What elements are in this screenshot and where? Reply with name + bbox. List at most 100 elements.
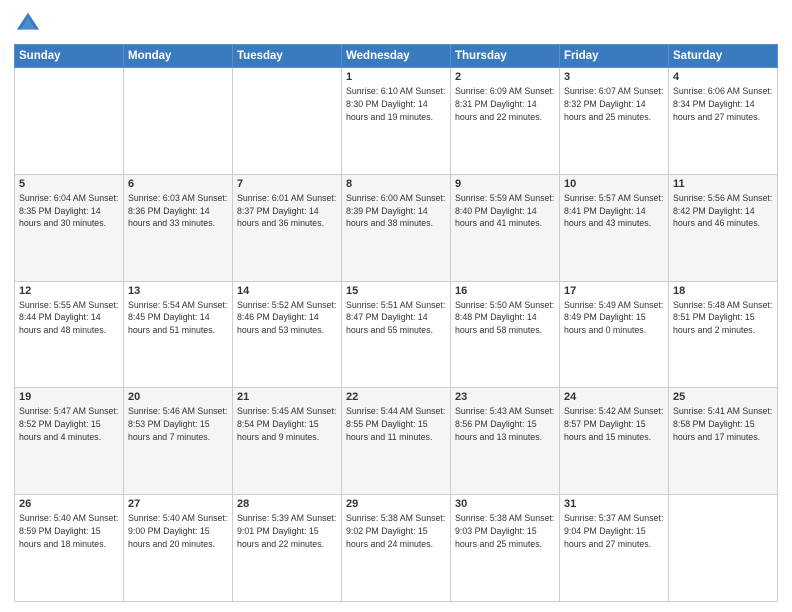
calendar-cell: 3 Sunrise: 6:07 AM Sunset: 8:32 PM Daylig… — [560, 68, 669, 175]
calendar-cell: 13 Sunrise: 5:54 AM Sunset: 8:45 PM Dayli… — [124, 281, 233, 388]
day-number: 2 — [455, 71, 555, 83]
day-info: Sunrise: 5:40 AM Sunset: 8:59 PM Dayligh… — [19, 512, 119, 550]
day-info: Sunrise: 5:38 AM Sunset: 9:02 PM Dayligh… — [346, 512, 446, 550]
calendar-header-tuesday: Tuesday — [233, 45, 342, 68]
calendar-cell: 30 Sunrise: 5:38 AM Sunset: 9:03 PM Dayli… — [451, 495, 560, 602]
day-info: Sunrise: 6:01 AM Sunset: 8:37 PM Dayligh… — [237, 192, 337, 230]
calendar-cell: 9 Sunrise: 5:59 AM Sunset: 8:40 PM Daylig… — [451, 174, 560, 281]
day-info: Sunrise: 6:10 AM Sunset: 8:30 PM Dayligh… — [346, 85, 446, 123]
calendar-cell: 26Sunrise: 5:40 AM Sunset: 8:59 PM Dayli… — [15, 495, 124, 602]
day-info: Sunrise: 5:44 AM Sunset: 8:55 PM Dayligh… — [346, 405, 446, 443]
calendar-cell: 19 Sunrise: 5:47 AM Sunset: 8:52 PM Dayli… — [15, 388, 124, 495]
day-info: Sunrise: 6:07 AM Sunset: 8:32 PM Dayligh… — [564, 85, 664, 123]
day-info: Sunrise: 6:00 AM Sunset: 8:39 PM Dayligh… — [346, 192, 446, 230]
day-info: Sunrise: 5:50 AM Sunset: 8:48 PM Dayligh… — [455, 299, 555, 337]
day-number: 6 — [128, 178, 228, 190]
calendar-cell: 17 Sunrise: 5:49 AM Sunset: 8:49 PM Dayli… — [560, 281, 669, 388]
day-info: Sunrise: 5:40 AM Sunset: 9:00 PM Dayligh… — [128, 512, 228, 550]
calendar-cell: 10 Sunrise: 5:57 AM Sunset: 8:41 PM Dayli… — [560, 174, 669, 281]
calendar-header-row: SundayMondayTuesdayWednesdayThursdayFrid… — [15, 45, 778, 68]
day-info: Sunrise: 6:06 AM Sunset: 8:34 PM Dayligh… — [673, 85, 773, 123]
day-number: 1 — [346, 71, 446, 83]
day-number: 14 — [237, 285, 337, 297]
calendar-cell: 29 Sunrise: 5:38 AM Sunset: 9:02 PM Dayli… — [342, 495, 451, 602]
day-number: 25 — [673, 391, 773, 403]
day-info: Sunrise: 5:46 AM Sunset: 8:53 PM Dayligh… — [128, 405, 228, 443]
day-number: 28 — [237, 498, 337, 510]
calendar-header-monday: Monday — [124, 45, 233, 68]
day-number: 24 — [564, 391, 664, 403]
calendar-header-sunday: Sunday — [15, 45, 124, 68]
calendar-cell: 18Sunrise: 5:48 AM Sunset: 8:51 PM Dayli… — [669, 281, 778, 388]
logo — [14, 10, 46, 38]
page: SundayMondayTuesdayWednesdayThursdayFrid… — [0, 0, 792, 612]
day-number: 21 — [237, 391, 337, 403]
day-number: 4 — [673, 71, 773, 83]
day-number: 31 — [564, 498, 664, 510]
day-info: Sunrise: 5:38 AM Sunset: 9:03 PM Dayligh… — [455, 512, 555, 550]
calendar-cell: 6Sunrise: 6:03 AM Sunset: 8:36 PM Daylig… — [124, 174, 233, 281]
day-info: Sunrise: 5:43 AM Sunset: 8:56 PM Dayligh… — [455, 405, 555, 443]
day-number: 27 — [128, 498, 228, 510]
calendar-week-row: 19 Sunrise: 5:47 AM Sunset: 8:52 PM Dayli… — [15, 388, 778, 495]
calendar-cell: 14Sunrise: 5:52 AM Sunset: 8:46 PM Dayli… — [233, 281, 342, 388]
calendar-cell: 27 Sunrise: 5:40 AM Sunset: 9:00 PM Dayli… — [124, 495, 233, 602]
calendar-cell — [233, 68, 342, 175]
day-info: Sunrise: 5:49 AM Sunset: 8:49 PM Dayligh… — [564, 299, 664, 337]
day-info: Sunrise: 5:42 AM Sunset: 8:57 PM Dayligh… — [564, 405, 664, 443]
day-number: 23 — [455, 391, 555, 403]
logo-icon — [14, 10, 42, 38]
calendar-cell: 15Sunrise: 5:51 AM Sunset: 8:47 PM Dayli… — [342, 281, 451, 388]
calendar-week-row: 1 Sunrise: 6:10 AM Sunset: 8:30 PM Daylig… — [15, 68, 778, 175]
calendar-week-row: 5Sunrise: 6:04 AM Sunset: 8:35 PM Daylig… — [15, 174, 778, 281]
day-number: 20 — [128, 391, 228, 403]
day-number: 15 — [346, 285, 446, 297]
day-number: 17 — [564, 285, 664, 297]
calendar-cell: 28 Sunrise: 5:39 AM Sunset: 9:01 PM Dayli… — [233, 495, 342, 602]
calendar-cell: 11 Sunrise: 5:56 AM Sunset: 8:42 PM Dayli… — [669, 174, 778, 281]
calendar-cell: 21 Sunrise: 5:45 AM Sunset: 8:54 PM Dayli… — [233, 388, 342, 495]
calendar-cell: 4 Sunrise: 6:06 AM Sunset: 8:34 PM Daylig… — [669, 68, 778, 175]
day-info: Sunrise: 5:54 AM Sunset: 8:45 PM Dayligh… — [128, 299, 228, 337]
day-number: 16 — [455, 285, 555, 297]
day-number: 9 — [455, 178, 555, 190]
day-number: 5 — [19, 178, 119, 190]
day-info: Sunrise: 5:57 AM Sunset: 8:41 PM Dayligh… — [564, 192, 664, 230]
day-number: 12 — [19, 285, 119, 297]
calendar-week-row: 12 Sunrise: 5:55 AM Sunset: 8:44 PM Dayli… — [15, 281, 778, 388]
calendar-cell: 16 Sunrise: 5:50 AM Sunset: 8:48 PM Dayli… — [451, 281, 560, 388]
day-number: 29 — [346, 498, 446, 510]
day-number: 10 — [564, 178, 664, 190]
day-info: Sunrise: 5:37 AM Sunset: 9:04 PM Dayligh… — [564, 512, 664, 550]
calendar-cell: 25 Sunrise: 5:41 AM Sunset: 8:58 PM Dayli… — [669, 388, 778, 495]
day-number: 3 — [564, 71, 664, 83]
day-number: 11 — [673, 178, 773, 190]
calendar-cell: 8Sunrise: 6:00 AM Sunset: 8:39 PM Daylig… — [342, 174, 451, 281]
calendar-cell: 12 Sunrise: 5:55 AM Sunset: 8:44 PM Dayli… — [15, 281, 124, 388]
calendar-cell: 5Sunrise: 6:04 AM Sunset: 8:35 PM Daylig… — [15, 174, 124, 281]
calendar-cell — [669, 495, 778, 602]
calendar-header-thursday: Thursday — [451, 45, 560, 68]
day-info: Sunrise: 5:48 AM Sunset: 8:51 PM Dayligh… — [673, 299, 773, 337]
header — [14, 10, 778, 38]
calendar-header-saturday: Saturday — [669, 45, 778, 68]
calendar-week-row: 26Sunrise: 5:40 AM Sunset: 8:59 PM Dayli… — [15, 495, 778, 602]
day-info: Sunrise: 5:41 AM Sunset: 8:58 PM Dayligh… — [673, 405, 773, 443]
day-info: Sunrise: 5:56 AM Sunset: 8:42 PM Dayligh… — [673, 192, 773, 230]
day-info: Sunrise: 5:47 AM Sunset: 8:52 PM Dayligh… — [19, 405, 119, 443]
calendar-table: SundayMondayTuesdayWednesdayThursdayFrid… — [14, 44, 778, 602]
calendar-cell: 24 Sunrise: 5:42 AM Sunset: 8:57 PM Dayli… — [560, 388, 669, 495]
day-number: 30 — [455, 498, 555, 510]
calendar-cell: 20 Sunrise: 5:46 AM Sunset: 8:53 PM Dayli… — [124, 388, 233, 495]
day-number: 22 — [346, 391, 446, 403]
calendar-cell — [15, 68, 124, 175]
calendar-cell: 23 Sunrise: 5:43 AM Sunset: 8:56 PM Dayli… — [451, 388, 560, 495]
day-info: Sunrise: 5:45 AM Sunset: 8:54 PM Dayligh… — [237, 405, 337, 443]
calendar-cell: 1 Sunrise: 6:10 AM Sunset: 8:30 PM Daylig… — [342, 68, 451, 175]
day-info: Sunrise: 5:55 AM Sunset: 8:44 PM Dayligh… — [19, 299, 119, 337]
day-number: 13 — [128, 285, 228, 297]
day-info: Sunrise: 5:59 AM Sunset: 8:40 PM Dayligh… — [455, 192, 555, 230]
calendar-header-friday: Friday — [560, 45, 669, 68]
day-number: 19 — [19, 391, 119, 403]
day-info: Sunrise: 5:39 AM Sunset: 9:01 PM Dayligh… — [237, 512, 337, 550]
